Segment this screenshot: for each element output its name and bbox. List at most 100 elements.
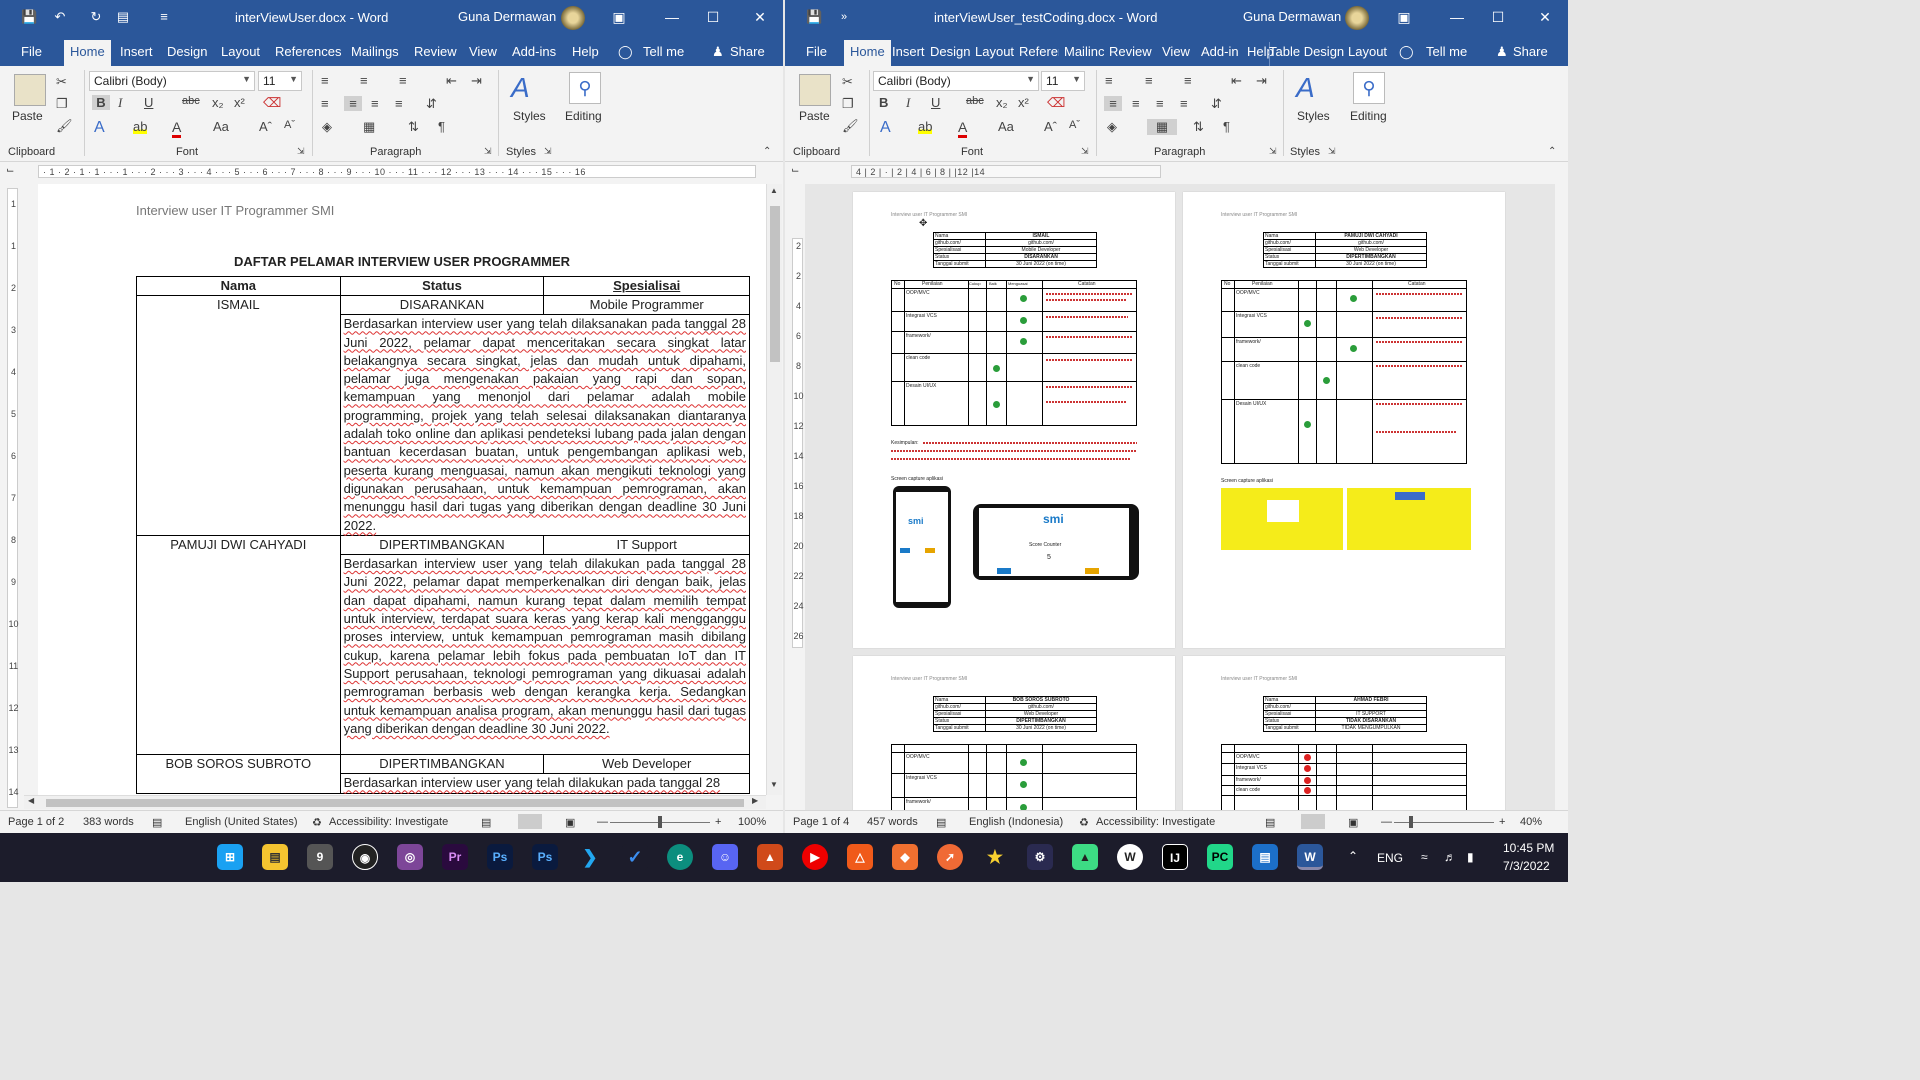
word-count[interactable]: 383 words xyxy=(83,816,134,828)
tab-home[interactable]: Home xyxy=(844,40,891,66)
cut-icon[interactable]: ✂ xyxy=(56,74,67,90)
word-count[interactable]: 457 words xyxy=(867,816,918,828)
sort-icon[interactable]: ⇅ xyxy=(1193,119,1204,135)
language[interactable]: English (United States) xyxy=(185,816,298,828)
photoshop-icon[interactable]: Ps xyxy=(487,844,513,870)
tab-help[interactable]: Help xyxy=(572,44,599,59)
italic-icon[interactable]: I xyxy=(118,95,122,111)
applicant-spec[interactable]: Web Developer xyxy=(543,754,750,775)
align-left-icon[interactable]: ≡ xyxy=(1104,96,1122,111)
tab-design[interactable]: Design xyxy=(167,44,207,59)
font-size-combo[interactable]: 11 ▼ xyxy=(258,71,302,91)
shrink-font-icon[interactable]: Aˇ xyxy=(1069,119,1080,131)
decrease-indent-icon[interactable]: ⇤ xyxy=(446,73,457,89)
proofing-icon[interactable]: ▤ xyxy=(152,816,162,829)
language[interactable]: English (Indonesia) xyxy=(969,816,1063,828)
zoom-slider-thumb[interactable] xyxy=(658,816,662,828)
show-marks-icon[interactable]: ¶ xyxy=(438,119,445,134)
clear-format-icon[interactable]: ⌫ xyxy=(263,95,281,111)
applicant-name[interactable]: ISMAIL xyxy=(136,295,341,536)
applicant-note[interactable]: Berdasarkan interview user yang telah di… xyxy=(339,554,751,756)
align-center-icon[interactable]: ≡ xyxy=(1132,96,1140,111)
web-layout-icon[interactable]: ▣ xyxy=(1348,816,1358,829)
battery-icon[interactable]: ▮ xyxy=(1467,850,1474,864)
accessibility-icon[interactable]: ♻ xyxy=(1079,816,1089,829)
save-icon[interactable]: 💾 xyxy=(21,9,37,25)
applicant-name[interactable]: PAMUJI DWI CAHYADI xyxy=(136,534,341,756)
horizontal-scrollbar[interactable]: ◀ ▶ xyxy=(24,795,766,809)
paste-button[interactable]: Paste xyxy=(12,109,43,123)
cut-icon[interactable]: ✂ xyxy=(842,74,853,90)
tab-review[interactable]: Review xyxy=(414,44,457,59)
ruler-scale[interactable]: · 1 · 2 · 1 · 1 · · · 1 · · · 2 · · · 3 … xyxy=(38,165,756,178)
shading-icon[interactable]: ◈ xyxy=(322,119,332,135)
align-right-icon[interactable]: ≡ xyxy=(371,96,379,111)
accessibility-status[interactable]: Accessibility: Investigate xyxy=(1096,816,1215,828)
format-painter-icon[interactable]: 🖌 xyxy=(842,118,859,134)
underline-icon[interactable]: U xyxy=(144,95,153,110)
user-name[interactable]: Guna Dermawan xyxy=(458,9,556,24)
zoom-level[interactable]: 40% xyxy=(1520,816,1542,828)
reader-icon[interactable]: ▤ xyxy=(1252,844,1278,870)
sort-icon[interactable]: ⇅ xyxy=(408,119,419,135)
copy-icon[interactable]: ❐ xyxy=(56,96,68,112)
collapse-ribbon-icon[interactable]: ⌃ xyxy=(1548,146,1556,157)
document-area[interactable]: Interview user IT Programmer SMI ✥ Nama I… xyxy=(805,184,1555,810)
borders-icon[interactable]: ▦ xyxy=(363,119,375,135)
styles-icon[interactable]: A xyxy=(1296,72,1315,104)
editing-button[interactable]: Editing xyxy=(565,109,602,123)
youtube-icon[interactable]: ▶ xyxy=(802,844,828,870)
change-case-icon[interactable]: Aa xyxy=(998,119,1014,134)
align-center-icon[interactable]: ≡ xyxy=(344,96,362,111)
superscript-icon[interactable]: x² xyxy=(234,95,245,110)
zoom-out-icon[interactable]: — xyxy=(597,816,608,828)
font-name-combo[interactable]: Calibri (Body) ▼ xyxy=(89,71,255,91)
increase-indent-icon[interactable]: ⇥ xyxy=(1256,73,1267,89)
subscript-icon[interactable]: x₂ xyxy=(212,95,224,110)
decrease-indent-icon[interactable]: ⇤ xyxy=(1231,73,1242,89)
tab-addins[interactable]: Add-in xyxy=(1201,44,1239,59)
multilevel-list-icon[interactable]: ≡ xyxy=(1184,73,1192,88)
numbering-icon[interactable]: ≡ xyxy=(360,73,368,88)
highlight-icon[interactable]: ab xyxy=(918,119,933,134)
minimize-button[interactable]: — xyxy=(661,6,683,28)
pycharm-icon[interactable]: PC xyxy=(1207,844,1233,870)
styles-button[interactable]: Styles xyxy=(513,109,546,123)
share-icon[interactable]: ♟ xyxy=(712,44,724,60)
tab-selector-icon[interactable]: ⌙ xyxy=(6,165,14,176)
close-button[interactable]: ✕ xyxy=(749,6,771,28)
user-name[interactable]: Guna Dermawan xyxy=(1243,9,1341,24)
maximize-button[interactable]: ☐ xyxy=(702,6,724,28)
tab-table-layout[interactable]: Layout xyxy=(1348,44,1387,59)
tab-selector-icon[interactable]: ⌙ xyxy=(791,165,799,176)
tor-icon[interactable]: ◎ xyxy=(397,844,423,870)
read-mode-icon[interactable]: ▤ xyxy=(1265,816,1275,829)
tab-home[interactable]: Home xyxy=(64,40,111,66)
paste-icon[interactable] xyxy=(14,74,46,106)
new-doc-icon[interactable]: ▤ xyxy=(115,9,131,25)
postman-icon[interactable]: ➚ xyxy=(937,844,963,870)
styles-button[interactable]: Styles xyxy=(1297,109,1330,123)
tab-insert[interactable]: Insert xyxy=(892,44,925,59)
search-icon[interactable]: ⚲ xyxy=(569,72,601,104)
applicant-status[interactable]: DISARANKAN xyxy=(339,294,545,316)
github-icon[interactable]: ◉ xyxy=(352,844,378,870)
tab-insert[interactable]: Insert xyxy=(120,44,153,59)
ribbon-display-icon[interactable]: ▣ xyxy=(1393,6,1415,28)
zoom-in-icon[interactable]: + xyxy=(715,816,721,828)
search-icon[interactable]: ⚲ xyxy=(1353,72,1385,104)
move-table-icon[interactable]: ✥ xyxy=(919,218,927,229)
share-button[interactable]: Share xyxy=(1513,44,1548,59)
photoshop-ps-icon[interactable]: Ps xyxy=(532,844,558,870)
subscript-icon[interactable]: x₂ xyxy=(996,95,1008,110)
print-layout-icon[interactable] xyxy=(518,814,542,829)
applicant-status[interactable]: DIPERTIMBANGKAN xyxy=(339,754,545,775)
justify-icon[interactable]: ≡ xyxy=(1180,96,1188,111)
scroll-thumb[interactable] xyxy=(46,799,744,807)
shrink-font-icon[interactable]: Aˇ xyxy=(284,119,295,131)
clear-format-icon[interactable]: ⌫ xyxy=(1047,95,1065,111)
font-color-icon[interactable]: A xyxy=(958,119,968,138)
grow-font-icon[interactable]: Aˆ xyxy=(259,119,272,134)
brave-icon[interactable]: △ xyxy=(847,844,873,870)
more-commands-icon[interactable]: » xyxy=(836,9,852,25)
